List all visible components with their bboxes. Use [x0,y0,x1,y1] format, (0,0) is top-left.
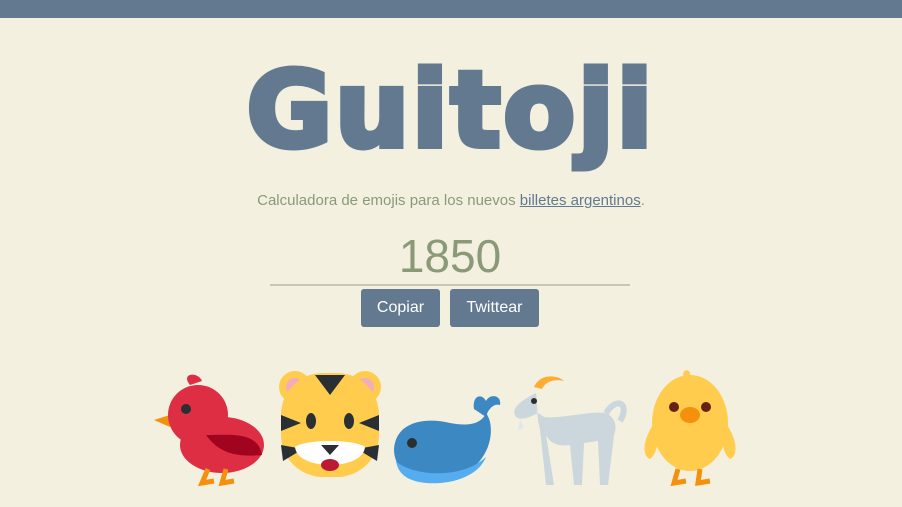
whale-icon [394,396,501,484]
copy-button[interactable]: Copiar [361,289,440,327]
goat-icon [514,376,627,485]
intro-label: Calculadora de emojis para los nuevos [257,192,520,209]
top-bar [0,0,902,18]
chick-icon [644,370,736,487]
tiger-face-icon [279,371,381,477]
tweet-button[interactable]: Twittear [450,289,539,327]
intro-text: Calculadora de emojis para los nuevos bi… [0,192,902,209]
bird-icon [154,374,264,487]
billetes-link[interactable]: billetes argentinos [520,192,641,209]
emoji-result [0,365,902,490]
intro-suffix: . [640,192,645,209]
site-logo: Guitoji [244,49,656,171]
amount-input[interactable] [270,228,630,286]
